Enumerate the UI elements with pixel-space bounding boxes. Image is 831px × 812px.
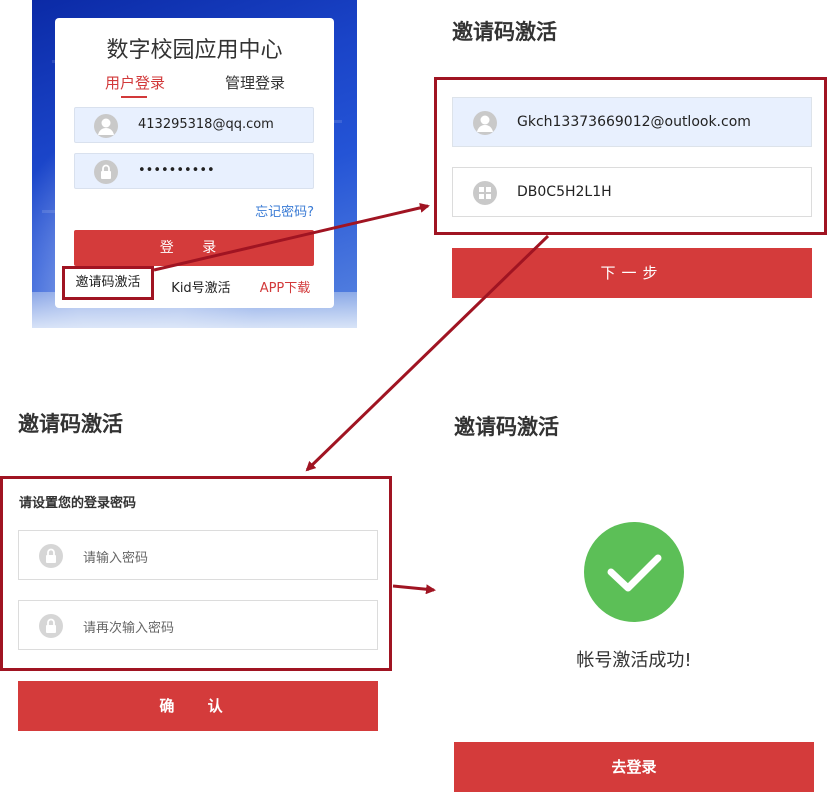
arrow-step2-to-step3 (392, 584, 436, 595)
arrow-login-to-step1 (153, 202, 430, 272)
flow-arrows (153, 202, 550, 595)
arrow-step1-to-step2 (305, 234, 550, 472)
